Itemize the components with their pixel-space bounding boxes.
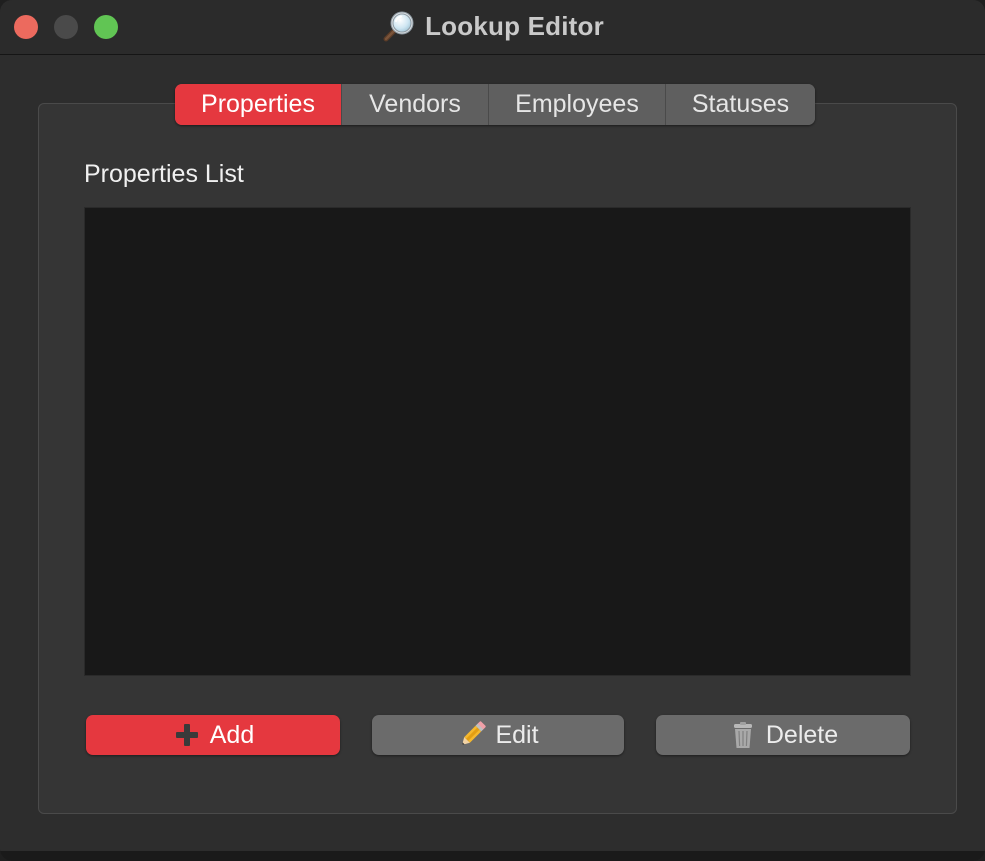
- edit-button-label: Edit: [495, 720, 539, 749]
- properties-list[interactable]: [84, 207, 911, 676]
- tab-vendors[interactable]: Vendors: [341, 84, 488, 125]
- tab-properties[interactable]: Properties: [175, 84, 341, 125]
- pencil-icon: [462, 721, 487, 745]
- window-title-group: Lookup Editor: [0, 8, 985, 44]
- tab-bar: Properties Vendors Employees Statuses: [175, 84, 815, 125]
- delete-button-label: Delete: [765, 720, 839, 749]
- tab-statuses[interactable]: Statuses: [665, 84, 815, 125]
- plus-icon: [175, 724, 198, 746]
- properties-list-label: Properties List: [84, 160, 244, 188]
- title-bar[interactable]: Lookup Editor: [0, 0, 985, 55]
- tab-employees[interactable]: Employees: [488, 84, 665, 125]
- delete-button[interactable]: Delete: [656, 715, 910, 755]
- magnifying-glass-icon: [383, 11, 414, 42]
- add-button[interactable]: Add: [86, 715, 340, 755]
- add-button-label: Add: [209, 720, 255, 749]
- edit-button[interactable]: Edit: [372, 715, 624, 755]
- lookup-editor-window: Lookup Editor Properties Vendors Employe…: [0, 0, 985, 861]
- trash-icon: [733, 722, 752, 748]
- window-title: Lookup Editor: [425, 10, 604, 41]
- window-bottom-edge: [0, 851, 985, 861]
